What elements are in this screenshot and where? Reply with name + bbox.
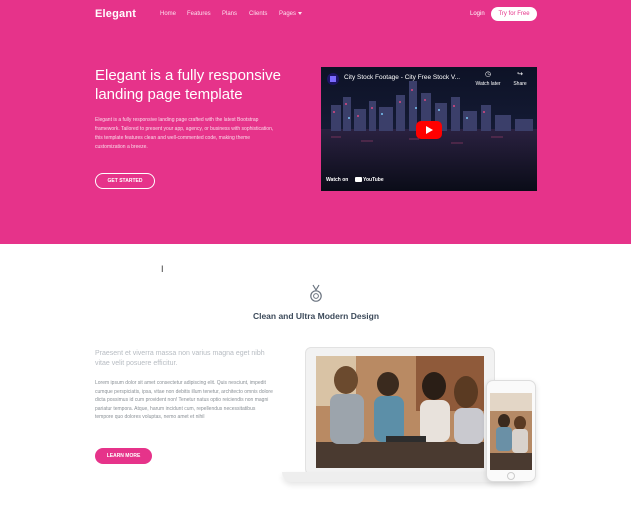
brand-logo[interactable]: Elegant — [95, 8, 136, 20]
section-lead: Praesent et viverra massa non varius mag… — [95, 350, 265, 367]
nav-link-features[interactable]: Features — [187, 11, 211, 17]
login-link[interactable]: Login — [470, 11, 485, 17]
nav-link-home[interactable]: Home — [160, 11, 176, 17]
nav-link-plans[interactable]: Plans — [222, 11, 237, 17]
watch-on-label[interactable]: Watch on — [326, 177, 348, 183]
medal-icon — [310, 284, 322, 302]
clock-icon: ◷ — [484, 71, 492, 78]
channel-avatar[interactable] — [327, 73, 339, 85]
section-body: Lorem ipsum dolor sit amet consectetur a… — [95, 380, 273, 420]
laptop-screen-photo — [316, 356, 484, 468]
phone-photo-image — [490, 393, 532, 470]
share-label: Share — [513, 81, 527, 87]
hero-title: Elegant is a fully responsive landing pa… — [95, 67, 281, 103]
youtube-label: YouTube — [363, 177, 384, 183]
phone-screen-photo — [490, 393, 532, 470]
youtube-logo[interactable]: YouTube — [355, 177, 384, 183]
phone-home-button — [507, 472, 515, 480]
caret-down-icon — [298, 11, 303, 15]
laptop-mockup — [305, 347, 495, 475]
video-embed[interactable]: City Stock Footage - City Free Stock V..… — [321, 67, 537, 191]
watch-later-label: Watch later — [475, 81, 501, 87]
learn-more-button[interactable]: LEARN MORE — [95, 448, 152, 464]
section-title: Clean and Ultra Modern Design — [252, 311, 380, 321]
nav-link-clients[interactable]: Clients — [249, 11, 267, 17]
share-icon: ↪ — [517, 71, 523, 78]
text-cursor-icon: I — [161, 264, 164, 274]
share-button[interactable]: ↪ Share — [509, 71, 531, 87]
nav-link-pages-label: Pages — [279, 11, 297, 17]
youtube-icon — [355, 177, 362, 183]
hero-section: Elegant Home Features Plans Clients Page… — [0, 0, 631, 244]
group-photo-image — [316, 356, 484, 468]
try-for-free-button[interactable]: Try for Free — [491, 7, 537, 21]
play-icon — [426, 126, 433, 134]
video-title[interactable]: City Stock Footage - City Free Stock V..… — [344, 74, 460, 81]
watch-later-button[interactable]: ◷ Watch later — [473, 71, 503, 87]
phone-mockup — [486, 380, 536, 482]
get-started-button[interactable]: GET STARTED — [95, 173, 155, 189]
hero-description: Elegant is a fully responsive landing pa… — [95, 117, 274, 150]
play-button[interactable] — [416, 121, 442, 139]
nav-link-pages[interactable]: Pages — [279, 11, 303, 17]
